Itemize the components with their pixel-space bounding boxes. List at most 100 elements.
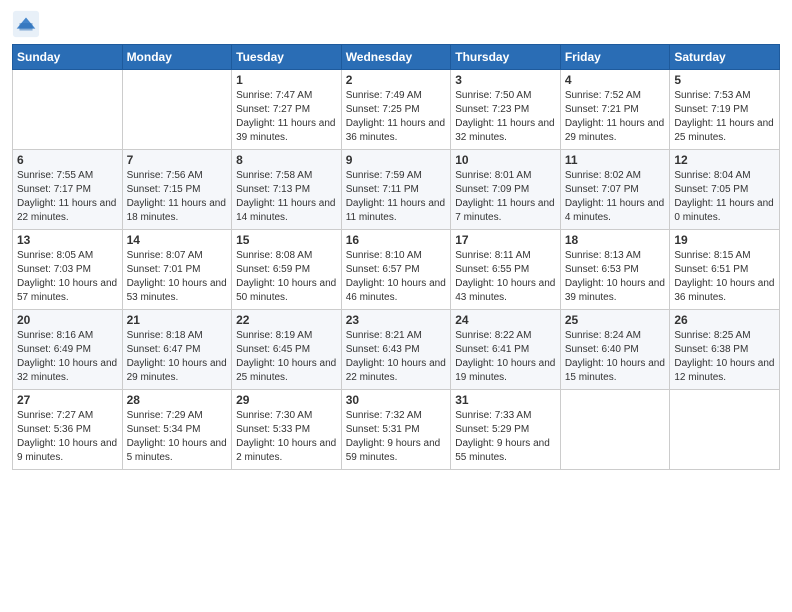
- header: [12, 10, 780, 38]
- day-info: Sunrise: 8:07 AMSunset: 7:01 PMDaylight:…: [127, 249, 228, 305]
- day-info: Sunrise: 8:22 AMSunset: 6:41 PMDaylight:…: [455, 329, 556, 385]
- calendar-day-cell: 2 Sunrise: 7:49 AMSunset: 7:25 PMDaylight…: [341, 70, 451, 150]
- day-info: Sunrise: 7:49 AMSunset: 7:25 PMDaylight:…: [346, 89, 447, 145]
- weekday-header: Friday: [560, 45, 670, 70]
- day-info: Sunrise: 8:10 AMSunset: 6:57 PMDaylight:…: [346, 249, 447, 305]
- day-number: 13: [17, 233, 118, 247]
- calendar-day-cell: 7 Sunrise: 7:56 AMSunset: 7:15 PMDaylight…: [122, 150, 232, 230]
- calendar-week-row: 13 Sunrise: 8:05 AMSunset: 7:03 PMDayligh…: [13, 230, 780, 310]
- day-info: Sunrise: 7:53 AMSunset: 7:19 PMDaylight:…: [674, 89, 775, 145]
- calendar-day-cell: 11 Sunrise: 8:02 AMSunset: 7:07 PMDayligh…: [560, 150, 670, 230]
- day-number: 2: [346, 73, 447, 87]
- day-info: Sunrise: 7:47 AMSunset: 7:27 PMDaylight:…: [236, 89, 337, 145]
- day-info: Sunrise: 8:18 AMSunset: 6:47 PMDaylight:…: [127, 329, 228, 385]
- day-number: 17: [455, 233, 556, 247]
- day-number: 28: [127, 393, 228, 407]
- day-number: 20: [17, 313, 118, 327]
- day-info: Sunrise: 8:02 AMSunset: 7:07 PMDaylight:…: [565, 169, 666, 225]
- calendar-day-cell: 31 Sunrise: 7:33 AMSunset: 5:29 PMDayligh…: [451, 390, 561, 470]
- calendar-day-cell: 9 Sunrise: 7:59 AMSunset: 7:11 PMDaylight…: [341, 150, 451, 230]
- day-info: Sunrise: 8:15 AMSunset: 6:51 PMDaylight:…: [674, 249, 775, 305]
- calendar-table: SundayMondayTuesdayWednesdayThursdayFrid…: [12, 44, 780, 470]
- day-number: 30: [346, 393, 447, 407]
- day-number: 4: [565, 73, 666, 87]
- day-info: Sunrise: 8:21 AMSunset: 6:43 PMDaylight:…: [346, 329, 447, 385]
- calendar-day-cell: 18Sunrise: 8:13 AMSunset: 6:53 PMDayligh…: [560, 230, 670, 310]
- day-info: Sunrise: 8:13 AMSunset: 6:53 PMDaylight:…: [565, 249, 666, 305]
- calendar-week-row: 1 Sunrise: 7:47 AMSunset: 7:27 PMDaylight…: [13, 70, 780, 150]
- day-number: 21: [127, 313, 228, 327]
- day-number: 10: [455, 153, 556, 167]
- calendar-day-cell: 6 Sunrise: 7:55 AMSunset: 7:17 PMDaylight…: [13, 150, 123, 230]
- day-number: 16: [346, 233, 447, 247]
- day-number: 7: [127, 153, 228, 167]
- calendar-day-cell: 4 Sunrise: 7:52 AMSunset: 7:21 PMDaylight…: [560, 70, 670, 150]
- day-number: 27: [17, 393, 118, 407]
- logo: [12, 10, 44, 38]
- calendar-day-cell: 13 Sunrise: 8:05 AMSunset: 7:03 PMDayligh…: [13, 230, 123, 310]
- day-info: Sunrise: 8:05 AMSunset: 7:03 PMDaylight:…: [17, 249, 118, 305]
- day-info: Sunrise: 7:56 AMSunset: 7:15 PMDaylight:…: [127, 169, 228, 225]
- calendar-day-cell: [122, 70, 232, 150]
- day-info: Sunrise: 8:19 AMSunset: 6:45 PMDaylight:…: [236, 329, 337, 385]
- day-number: 25: [565, 313, 666, 327]
- calendar-day-cell: 27 Sunrise: 7:27 AMSunset: 5:36 PMDayligh…: [13, 390, 123, 470]
- day-number: 22: [236, 313, 337, 327]
- calendar-day-cell: 23 Sunrise: 8:21 AMSunset: 6:43 PMDayligh…: [341, 310, 451, 390]
- calendar-day-cell: 20 Sunrise: 8:16 AMSunset: 6:49 PMDayligh…: [13, 310, 123, 390]
- calendar-day-cell: 12 Sunrise: 8:04 AMSunset: 7:05 PMDayligh…: [670, 150, 780, 230]
- day-info: Sunrise: 8:11 AMSunset: 6:55 PMDaylight:…: [455, 249, 556, 305]
- day-info: Sunrise: 7:52 AMSunset: 7:21 PMDaylight:…: [565, 89, 666, 145]
- day-number: 9: [346, 153, 447, 167]
- day-number: 3: [455, 73, 556, 87]
- calendar-day-cell: 22 Sunrise: 8:19 AMSunset: 6:45 PMDayligh…: [232, 310, 342, 390]
- day-number: 6: [17, 153, 118, 167]
- day-info: Sunrise: 7:50 AMSunset: 7:23 PMDaylight:…: [455, 89, 556, 145]
- calendar-week-row: 20 Sunrise: 8:16 AMSunset: 6:49 PMDayligh…: [13, 310, 780, 390]
- day-number: 29: [236, 393, 337, 407]
- calendar-day-cell: 21 Sunrise: 8:18 AMSunset: 6:47 PMDayligh…: [122, 310, 232, 390]
- day-info: Sunrise: 8:08 AMSunset: 6:59 PMDaylight:…: [236, 249, 337, 305]
- day-info: Sunrise: 7:33 AMSunset: 5:29 PMDaylight:…: [455, 409, 556, 465]
- calendar-day-cell: 5Sunrise: 7:53 AMSunset: 7:19 PMDaylight…: [670, 70, 780, 150]
- weekday-header: Thursday: [451, 45, 561, 70]
- calendar-week-row: 6 Sunrise: 7:55 AMSunset: 7:17 PMDaylight…: [13, 150, 780, 230]
- weekday-header: Sunday: [13, 45, 123, 70]
- calendar-day-cell: 29Sunrise: 7:30 AMSunset: 5:33 PMDayligh…: [232, 390, 342, 470]
- calendar-day-cell: 10 Sunrise: 8:01 AMSunset: 7:09 PMDayligh…: [451, 150, 561, 230]
- calendar-day-cell: 24 Sunrise: 8:22 AMSunset: 6:41 PMDayligh…: [451, 310, 561, 390]
- calendar-day-cell: 3 Sunrise: 7:50 AMSunset: 7:23 PMDaylight…: [451, 70, 561, 150]
- day-number: 26: [674, 313, 775, 327]
- calendar-day-cell: 30 Sunrise: 7:32 AMSunset: 5:31 PMDayligh…: [341, 390, 451, 470]
- day-number: 1: [236, 73, 337, 87]
- calendar-day-cell: 26 Sunrise: 8:25 AMSunset: 6:38 PMDayligh…: [670, 310, 780, 390]
- calendar-day-cell: [560, 390, 670, 470]
- weekday-header: Saturday: [670, 45, 780, 70]
- day-info: Sunrise: 8:25 AMSunset: 6:38 PMDaylight:…: [674, 329, 775, 385]
- calendar-day-cell: 16 Sunrise: 8:10 AMSunset: 6:57 PMDayligh…: [341, 230, 451, 310]
- logo-icon: [12, 10, 40, 38]
- day-info: Sunrise: 7:27 AMSunset: 5:36 PMDaylight:…: [17, 409, 118, 465]
- day-info: Sunrise: 7:29 AMSunset: 5:34 PMDaylight:…: [127, 409, 228, 465]
- day-number: 12: [674, 153, 775, 167]
- calendar-day-cell: 14Sunrise: 8:07 AMSunset: 7:01 PMDayligh…: [122, 230, 232, 310]
- day-info: Sunrise: 7:32 AMSunset: 5:31 PMDaylight:…: [346, 409, 447, 465]
- day-number: 24: [455, 313, 556, 327]
- day-info: Sunrise: 8:24 AMSunset: 6:40 PMDaylight:…: [565, 329, 666, 385]
- day-number: 31: [455, 393, 556, 407]
- day-info: Sunrise: 7:55 AMSunset: 7:17 PMDaylight:…: [17, 169, 118, 225]
- day-info: Sunrise: 8:01 AMSunset: 7:09 PMDaylight:…: [455, 169, 556, 225]
- calendar-day-cell: [13, 70, 123, 150]
- day-info: Sunrise: 7:59 AMSunset: 7:11 PMDaylight:…: [346, 169, 447, 225]
- calendar-day-cell: 19Sunrise: 8:15 AMSunset: 6:51 PMDayligh…: [670, 230, 780, 310]
- calendar-day-cell: 25 Sunrise: 8:24 AMSunset: 6:40 PMDayligh…: [560, 310, 670, 390]
- weekday-header: Monday: [122, 45, 232, 70]
- weekday-header: Tuesday: [232, 45, 342, 70]
- day-number: 8: [236, 153, 337, 167]
- day-info: Sunrise: 8:04 AMSunset: 7:05 PMDaylight:…: [674, 169, 775, 225]
- day-number: 11: [565, 153, 666, 167]
- calendar-day-cell: 17 Sunrise: 8:11 AMSunset: 6:55 PMDayligh…: [451, 230, 561, 310]
- calendar-header-row: SundayMondayTuesdayWednesdayThursdayFrid…: [13, 45, 780, 70]
- day-number: 23: [346, 313, 447, 327]
- day-info: Sunrise: 8:16 AMSunset: 6:49 PMDaylight:…: [17, 329, 118, 385]
